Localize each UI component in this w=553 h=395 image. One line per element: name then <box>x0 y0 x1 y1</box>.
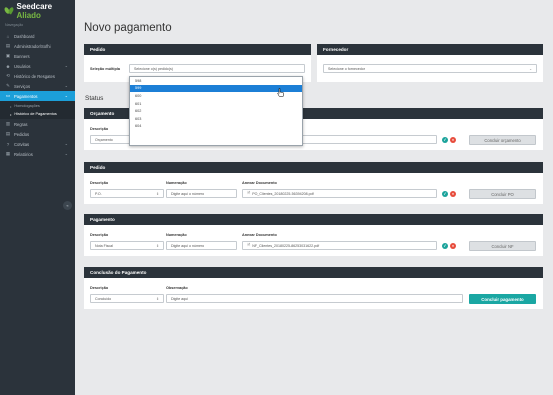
chevron-down-icon: ⌄ <box>529 67 532 71</box>
dropdown-option[interactable]: 598 <box>130 77 302 85</box>
bullet-icon: • <box>10 103 12 109</box>
sidebar-subitem-homologacoes[interactable]: • Homologações <box>0 102 75 110</box>
conclusao-descricao-select[interactable]: Concluído ⇕ <box>90 294 164 303</box>
fornecedor-panel: Fornecedor Selecione o fornecedor ⌄ <box>317 44 543 82</box>
pedido-file-field[interactable]: 🗎 PO_Clientes_20180225-56394208.pdf <box>242 189 437 198</box>
pagamento-numero-input[interactable]: Digite aqui o número <box>166 241 237 250</box>
remove-file-icon[interactable]: × <box>450 242 456 249</box>
sidebar-subitem-historico-pagamentos[interactable]: • Histórico de Pagamentos <box>0 110 75 118</box>
multi-select-label: Seleção múltipla <box>90 67 120 71</box>
image-icon: ▣ <box>5 53 11 58</box>
anexar-documento-label: Anexar Documento <box>242 233 277 237</box>
select-arrows-icon: ⇕ <box>156 192 159 196</box>
fornecedor-select[interactable]: Selecione o fornecedor ⌄ <box>323 64 537 73</box>
brand-logo[interactable]: Seedcare Aliado <box>3 2 75 20</box>
rules-icon: ▥ <box>5 121 11 126</box>
nav-menu: ⌂ Dashboard ▤ Administrador/Sofhi ▣ Banners… <box>0 31 75 159</box>
chevron-down-icon: ⌄ <box>64 151 68 156</box>
dropdown-option[interactable]: 601 <box>130 100 302 108</box>
select-arrows-icon: ⇕ <box>156 244 159 248</box>
pagamentos-submenu: • Homologações • Histórico de Pagamentos <box>0 101 75 119</box>
anexar-documento-label: Anexar Documento <box>242 181 277 185</box>
concluir-nf-button[interactable]: Concluir NF <box>469 241 536 251</box>
confirm-file-icon[interactable]: ✓ <box>442 242 448 249</box>
hand-cursor-icon <box>277 88 284 97</box>
dropdown-option[interactable]: 604 <box>130 123 302 131</box>
conclusao-panel: Conclusão do Pagamento Descrição Concluí… <box>84 267 543 309</box>
descricao-label: Descrição <box>90 181 109 185</box>
concluir-pagamento-button[interactable]: Concluir pagamento <box>469 294 536 304</box>
building-icon: ▤ <box>5 43 11 48</box>
concluir-orcamento-button[interactable]: Concluir orçamento <box>469 135 536 145</box>
nav-heading: Navegação <box>5 23 24 27</box>
panel-header: Pedido <box>84 44 311 55</box>
sidebar: Seedcare Aliado Navegação ⌂ Dashboard ▤ Ad… <box>0 0 75 395</box>
remove-file-icon[interactable]: × <box>450 136 456 143</box>
pedido-multiselect[interactable]: Selecione o(s) pedido(s) <box>129 64 305 73</box>
pedido-numero-input[interactable]: Digite aqui o número <box>166 189 237 198</box>
users-icon: ☻ <box>5 63 11 69</box>
pedido-descricao-select[interactable]: P.O. ⇕ <box>90 189 164 198</box>
sidebar-item-servicos[interactable]: ✎ Serviços ⌄ <box>0 81 75 91</box>
descricao-label: Descrição <box>90 233 109 237</box>
concluir-po-button[interactable]: Concluir PO <box>469 189 536 199</box>
chevron-down-icon: ⌄ <box>64 83 68 88</box>
history-icon: ⟲ <box>6 73 10 78</box>
panel-header: Pagamento <box>84 214 543 225</box>
numeracao-label: Numeração <box>166 233 187 237</box>
brand-name: Seedcare Aliado <box>16 1 53 20</box>
confirm-file-icon[interactable]: ✓ <box>442 190 448 197</box>
sidebar-item-administrador[interactable]: ▤ Administrador/Sofhi <box>0 41 75 51</box>
collapse-sidebar-button[interactable]: « <box>63 201 72 210</box>
dropdown-option[interactable]: 602 <box>130 107 302 115</box>
chevron-down-icon: ⌄ <box>64 141 68 146</box>
panel-header: Pedido <box>84 162 543 173</box>
sidebar-item-pedidos[interactable]: ▤ Pedidos <box>0 129 75 139</box>
seedcare-leaf-icon <box>3 6 15 15</box>
observacao-input[interactable]: Digite aqui <box>166 294 463 303</box>
home-icon: ⌂ <box>6 33 10 39</box>
sidebar-item-relatorios[interactable]: ▦ Relatórios ⌄ <box>0 149 75 159</box>
descricao-label: Descrição <box>90 286 109 290</box>
dropdown-option[interactable]: 603 <box>130 115 302 123</box>
wrench-icon: ✎ <box>6 83 10 88</box>
remove-file-icon[interactable]: × <box>450 190 456 197</box>
sidebar-item-pagamentos[interactable]: ▭ Pagamentos ⌄ <box>0 91 75 101</box>
pagamento-descricao-select[interactable]: Nota Fiscal ⇕ <box>90 241 164 250</box>
sidebar-item-regras[interactable]: ▥ Regras <box>0 119 75 129</box>
file-icon: 🗎 <box>247 242 251 247</box>
sidebar-item-cotvitas[interactable]: ? Cotvitas ⌄ <box>0 139 75 149</box>
sidebar-item-historico-resgates[interactable]: ⟲ Histórico de Resgates <box>0 71 75 81</box>
pagamento-panel: Pagamento Descrição Nota Fiscal ⇕ Numeraç… <box>84 214 543 256</box>
pedido-dropdown-list: 598 599 600 601 602 603 604 <box>129 76 303 146</box>
file-icon: 🗎 <box>247 190 251 195</box>
confirm-file-icon[interactable]: ✓ <box>442 136 448 143</box>
numeracao-label: Numeração <box>166 181 187 185</box>
observacao-label: Observação <box>166 286 188 290</box>
orders-icon: ▤ <box>5 131 11 136</box>
chevron-down-icon: ⌄ <box>64 63 68 68</box>
panel-header: Conclusão do Pagamento <box>84 267 543 278</box>
select-arrows-icon: ⇕ <box>156 297 159 301</box>
sidebar-item-dashboard[interactable]: ⌂ Dashboard <box>0 31 75 41</box>
sidebar-item-usuarios[interactable]: ☻ Usuários ⌄ <box>0 61 75 71</box>
bullet-icon: • <box>10 111 12 117</box>
pedido-panel: Pedido Descrição P.O. ⇕ Numeração Digite … <box>84 162 543 204</box>
report-icon: ▦ <box>5 151 11 156</box>
panel-header: Fornecedor <box>317 44 543 55</box>
sidebar-item-banners[interactable]: ▣ Banners <box>0 51 75 61</box>
money-icon: ▭ <box>5 93 11 98</box>
question-icon: ? <box>6 141 10 147</box>
chevron-down-icon: ⌄ <box>64 93 68 98</box>
descricao-label: Descrição <box>90 127 109 131</box>
page-title: Novo pagamento <box>84 22 172 34</box>
status-heading: Status <box>85 95 104 102</box>
pagamento-file-field[interactable]: 🗎 NF_Clientes_20180225-86253031622.pdf <box>242 241 437 250</box>
